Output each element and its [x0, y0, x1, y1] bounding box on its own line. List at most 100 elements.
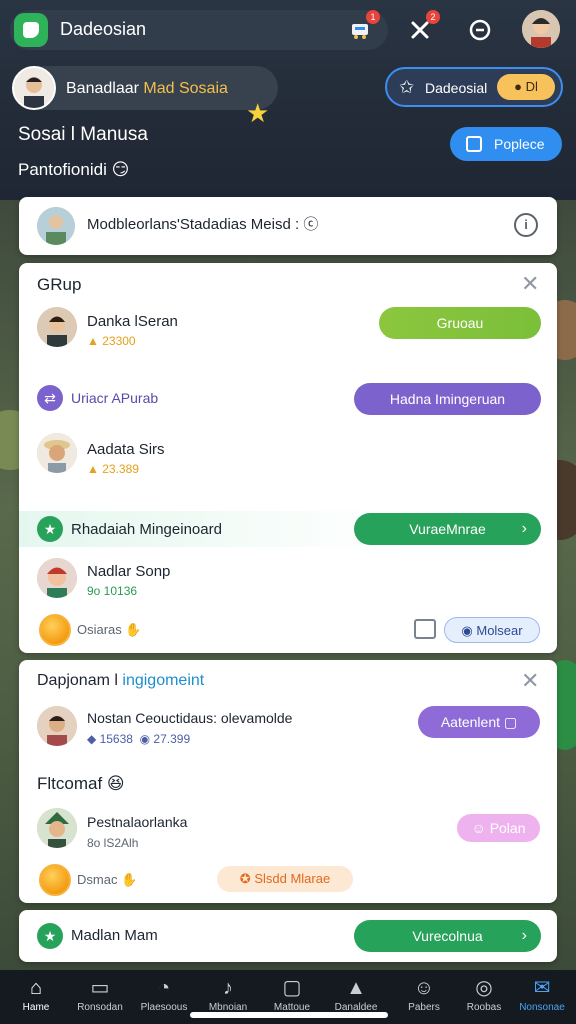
poplece-button[interactable]: Poplece [450, 127, 562, 161]
compass-icon: ◎ [475, 977, 493, 999]
window-icon: ▢ [282, 977, 302, 999]
dadeosial-pill[interactable]: ✩ Dadeosial ● Dl [385, 67, 563, 107]
polan-button[interactable]: ☺ Polan [457, 814, 540, 842]
orange-pill-button[interactable]: ✪ Slsdd Mlarae [217, 866, 353, 892]
user-avatar[interactable] [12, 66, 56, 110]
close-icon[interactable]: ✕ [521, 271, 539, 297]
group-card: GRup ✕ Danka lSeran ▲ 23300 Gruoau ⇄ Uri… [19, 263, 557, 653]
hadna-label: Hadna Imingeruan [389, 391, 506, 407]
profile-avatar[interactable] [522, 10, 560, 48]
ranking-meta2: 27.399 [153, 732, 191, 746]
nav-item-7[interactable]: ☺ Pabers [392, 970, 456, 1024]
user-name-part1: Banadlaar [66, 80, 139, 97]
nav-item-home[interactable]: ⌂ Hame [4, 970, 68, 1024]
member-name-2: Aadata Sirs [87, 441, 165, 458]
member-name-3: Nadlar Sonp [87, 563, 171, 580]
tools-badge: 2 [426, 10, 440, 24]
member-meta-1: ▲ 23300 [87, 334, 136, 348]
info-card[interactable]: Modbleorlans'Stadadias Meisd : ⓒ i [19, 197, 557, 255]
dadeosial-label: Dadeosial [425, 80, 488, 96]
note-icon: ♪ [223, 977, 233, 999]
info-avatar [37, 207, 75, 245]
section-title: Sosai l Manusa [18, 124, 148, 145]
nav-item-9[interactable]: ✉ Nonsonae [510, 970, 574, 1024]
compass-icon[interactable] [464, 14, 496, 46]
member-avatar [37, 808, 77, 848]
coin-label-2-text: Dsmac [77, 872, 118, 887]
chat-icon[interactable] [414, 619, 436, 639]
dadeosial-chip[interactable]: ● Dl [497, 74, 555, 100]
user-name: Banadlaar Mad Sosaia [66, 80, 228, 98]
member-meta-2-value: 23.389 [102, 462, 139, 476]
dadeosial-chip-label: Dl [525, 79, 538, 94]
member-name-1: Danka lSeran [87, 313, 178, 330]
chevron-right-icon: › [521, 927, 527, 944]
square-icon [466, 136, 482, 152]
ranking-subheading-text: Fltcomaf [37, 774, 103, 793]
nav-item-2[interactable]: ▭ Ronsodan [68, 970, 132, 1024]
ranking-member2-meta: 8o lS2Alh [87, 836, 139, 850]
triangle-icon: ▲ [346, 977, 366, 999]
bell-icon: ✉ [533, 977, 551, 999]
cart-badge: 1 [366, 10, 380, 24]
group-title: GRup [37, 275, 82, 294]
member-avatar [37, 706, 77, 746]
section-subtitle-text: Pantofionidi [18, 160, 107, 179]
ranking-meta1: 15638 [99, 732, 133, 746]
section-subtitle: Pantofionidi 😏 [18, 160, 129, 180]
ranking-member-name: Nostan Ceouctidaus: olevamolde [87, 710, 293, 726]
aatenlent-button[interactable]: Aatenlent ▢ [418, 706, 540, 738]
ranking-card: Dapjonam l ingigomeint ✕ Nostan Ceouctid… [19, 660, 557, 903]
home-icon: ⌂ [29, 977, 43, 999]
ranking-member2-name: Pestnalaorlanka [87, 814, 188, 830]
user-name-part2: Mad Sosaia [143, 80, 228, 97]
row-link[interactable]: Uriacr APurab [71, 390, 158, 406]
ranking-title: Dapjonam l ingigomeint [37, 672, 204, 690]
wink-emoji-icon: 😏 [111, 160, 130, 179]
clock-icon: ◔ [157, 977, 171, 999]
bottom-card-button[interactable]: Vurecolnua › [354, 920, 541, 952]
ranking-member-meta: ◆ 15638 ◉ 27.399 [87, 732, 191, 746]
info-text: Modbleorlans'Stadadias Meisd : ⓒ [87, 216, 319, 233]
ranking-title-part2: ingigomeint [122, 672, 205, 689]
aatenlent-label: Aatenlent [440, 714, 501, 730]
nav-item-8[interactable]: ◎ Roobas [452, 970, 516, 1024]
link-icon: ⇄ [37, 385, 63, 411]
cart-icon[interactable]: 1 [344, 10, 380, 46]
info-icon[interactable]: i [514, 213, 538, 237]
chevron-right-icon: › [521, 520, 527, 537]
bottom-card-label: Madlan Mam [71, 927, 158, 944]
molsear-button[interactable]: ◉ Molsear [444, 617, 540, 643]
app-title: Dadeosian [60, 19, 147, 39]
member-avatar [37, 307, 77, 347]
nav-label: Hame [22, 1002, 50, 1013]
coin-label-2: Dsmac ✋ [77, 872, 138, 887]
coin-icon [39, 864, 71, 896]
nav-item-3[interactable]: ◔ Plaesoous [132, 970, 196, 1024]
orange-pill-label: Slsdd Mlarae [254, 871, 331, 886]
gruoau-button[interactable]: Gruoau [379, 307, 541, 339]
close-icon[interactable]: ✕ [521, 668, 539, 694]
reward-button-label: VuraeMnrae [409, 521, 486, 537]
bottom-card-button-label: Vurecolnua [412, 928, 483, 944]
nav-label: Plaesoous [140, 1002, 188, 1013]
coin-icon [39, 614, 71, 646]
bottom-card: ★ Madlan Mam Vurecolnua › [19, 910, 557, 962]
ranking-title-part1: Dapjonam l [37, 672, 118, 689]
laugh-emoji-icon: 😆 [106, 774, 125, 793]
member-meta-1-value: 23300 [102, 334, 136, 348]
hadna-button[interactable]: Hadna Imingeruan [354, 383, 541, 415]
top-bar: Dadeosian 1 2 [0, 0, 576, 60]
member-meta-2: ▲ 23.389 [87, 462, 139, 476]
nav-label: Nonsonae [519, 1002, 565, 1013]
nav-label: Pabers [408, 1002, 440, 1013]
star-icon: ★ [37, 923, 63, 949]
polan-label: Polan [489, 820, 526, 836]
reward-button[interactable]: VuraeMnrae › [354, 513, 541, 545]
tools-icon[interactable]: 2 [404, 10, 440, 46]
star-cursor-icon: ★ [246, 98, 270, 128]
chat-icon: ☺ [413, 977, 435, 999]
member-meta-3: 9o 10136 [87, 584, 138, 598]
coin-label-text: Osiaras [77, 622, 122, 637]
poplece-label: Poplece [494, 136, 545, 152]
